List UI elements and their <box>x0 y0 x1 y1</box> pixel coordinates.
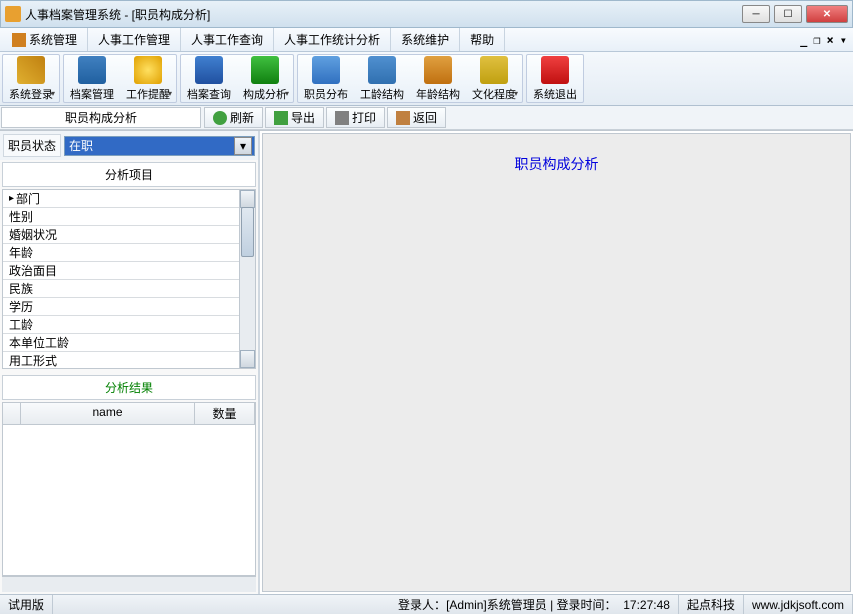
chart-icon <box>251 56 279 84</box>
left-panel: 职员状态 在职 分析项目 部门 性别 婚姻状况 年龄 政治面目 民族 学历 工龄… <box>0 131 260 594</box>
mdi-minimize-icon[interactable]: _ <box>798 33 809 47</box>
app-icon <box>5 6 21 22</box>
window-title: 人事档案管理系统 - [职员构成分析] <box>25 6 742 23</box>
exit-icon <box>541 56 569 84</box>
maximize-button[interactable] <box>774 5 802 23</box>
edition-label: 试用版 <box>0 595 53 614</box>
export-icon <box>274 111 288 125</box>
url-label[interactable]: www.jdkjsoft.com <box>744 595 853 614</box>
chart-panel: 职员构成分析 <box>262 133 851 592</box>
list-item[interactable]: 政治面目 <box>3 262 239 280</box>
mdi-restore-icon[interactable]: ❐ <box>811 33 822 47</box>
print-icon <box>335 111 349 125</box>
menu-maintenance[interactable]: 系统维护 <box>391 28 460 51</box>
result-table: name 数量 <box>2 402 256 576</box>
list-item[interactable]: 婚姻状况 <box>3 226 239 244</box>
close-button[interactable] <box>806 5 848 23</box>
return-button[interactable]: 返回 <box>387 107 446 128</box>
list-item[interactable]: 学历 <box>3 298 239 316</box>
search-icon <box>195 56 223 84</box>
login-icon <box>17 56 45 84</box>
toolbar-distribution[interactable]: 职员分布 <box>298 55 354 102</box>
toolbar-login[interactable]: 系统登录▾ <box>3 55 59 102</box>
toolbar-age[interactable]: 年龄结构 <box>410 55 466 102</box>
result-header: 分析结果 <box>2 375 256 400</box>
menu-personnel-query[interactable]: 人事工作查询 <box>181 28 274 51</box>
menu-personnel-stats[interactable]: 人事工作统计分析 <box>274 28 391 51</box>
list-item[interactable]: 本单位工龄 <box>3 334 239 352</box>
toolbar-composition[interactable]: 构成分析▾ <box>237 55 293 102</box>
sub-toolbar: 职员构成分析 刷新 导出 打印 返回 <box>0 106 853 130</box>
scrollbar[interactable] <box>239 190 255 368</box>
h-scrollbar[interactable] <box>2 576 256 592</box>
menu-icon <box>12 33 26 47</box>
menu-system[interactable]: 系统管理 <box>2 28 88 51</box>
status-combo[interactable]: 在职 <box>64 136 255 156</box>
toolbar-file-manage[interactable]: 档案管理 <box>64 55 120 102</box>
col-count[interactable]: 数量 <box>195 403 255 424</box>
list-item[interactable]: 用工形式 <box>3 352 239 369</box>
toolbar-exit[interactable]: 系统退出 <box>527 55 583 102</box>
analysis-items-list: 部门 性别 婚姻状况 年龄 政治面目 民族 学历 工龄 本单位工龄 用工形式 技… <box>3 190 239 368</box>
person-icon <box>312 56 340 84</box>
list-item[interactable]: 民族 <box>3 280 239 298</box>
company-label: 起点科技 <box>679 595 744 614</box>
bulb-icon <box>134 56 162 84</box>
list-item[interactable]: 性别 <box>3 208 239 226</box>
list-item[interactable]: 部门 <box>3 190 239 208</box>
login-info: 登录人：[Admin]系统管理员 | 登录时间： 17:27:48 <box>390 595 679 614</box>
menu-personnel-manage[interactable]: 人事工作管理 <box>88 28 181 51</box>
content-area: 职员状态 在职 分析项目 部门 性别 婚姻状况 年龄 政治面目 民族 学历 工龄… <box>0 130 853 594</box>
toolbar-reminder[interactable]: 工作提醒▾ <box>120 55 176 102</box>
file-icon <box>78 56 106 84</box>
toolbar-file-query[interactable]: 档案查询 <box>181 55 237 102</box>
mdi-controls: _ ❐ × ▾ <box>798 28 853 51</box>
chart-title: 职员构成分析 <box>263 154 850 174</box>
analysis-items-header: 分析项目 <box>2 162 256 187</box>
export-button[interactable]: 导出 <box>265 107 324 128</box>
minimize-button[interactable] <box>742 5 770 23</box>
refresh-icon <box>213 111 227 125</box>
mdi-close-icon[interactable]: × <box>825 33 836 47</box>
main-toolbar: 系统登录▾ 档案管理 工作提醒▾ 档案查询 构成分析▾ 职员分布 工龄结构 年龄… <box>0 52 853 106</box>
list-item[interactable]: 工龄 <box>3 316 239 334</box>
refresh-button[interactable]: 刷新 <box>204 107 263 128</box>
return-icon <box>396 111 410 125</box>
toolbar-education[interactable]: 文化程度▾ <box>466 55 522 102</box>
education-icon <box>480 56 508 84</box>
print-button[interactable]: 打印 <box>326 107 385 128</box>
col-name[interactable]: name <box>21 403 195 424</box>
subtoolbar-title: 职员构成分析 <box>1 107 201 128</box>
menu-help[interactable]: 帮助 <box>460 28 505 51</box>
title-bar: 人事档案管理系统 - [职员构成分析] <box>0 0 853 28</box>
status-label: 职员状态 <box>3 134 61 157</box>
status-bar: 试用版 登录人：[Admin]系统管理员 | 登录时间： 17:27:48 起点… <box>0 594 853 614</box>
wrench-icon <box>368 56 396 84</box>
menu-bar: 系统管理 人事工作管理 人事工作查询 人事工作统计分析 系统维护 帮助 _ ❐ … <box>0 28 853 52</box>
age-icon <box>424 56 452 84</box>
list-item[interactable]: 年龄 <box>3 244 239 262</box>
mdi-dropdown-icon[interactable]: ▾ <box>838 33 849 47</box>
toolbar-tenure[interactable]: 工龄结构 <box>354 55 410 102</box>
row-handle-col <box>3 403 21 424</box>
